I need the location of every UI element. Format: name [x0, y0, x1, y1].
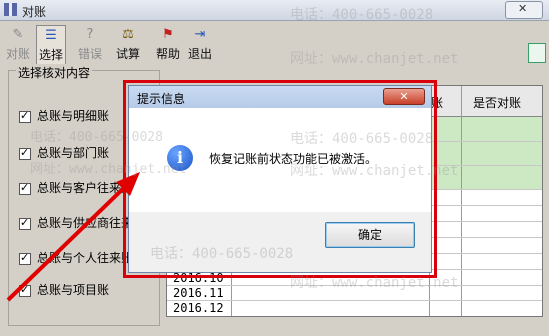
- reconcile-button[interactable]: ✎ 对账: [4, 25, 32, 63]
- checkbox-icon[interactable]: [19, 109, 31, 123]
- window-title: 对账: [22, 5, 47, 19]
- panel-toggle-icon[interactable]: [528, 43, 546, 63]
- period-cell: 2016.12: [173, 301, 224, 315]
- window-close-button[interactable]: ✕: [505, 1, 543, 19]
- close-icon: ✕: [518, 2, 528, 15]
- checkbox-icon[interactable]: [19, 251, 31, 265]
- close-icon: ✕: [399, 90, 409, 103]
- column-header-reconciled: 是否对账: [473, 96, 522, 110]
- error-button[interactable]: ? 错误: [76, 25, 104, 63]
- period-cell: 2016.11: [173, 286, 224, 300]
- selection-group-title: 选择核对内容: [16, 64, 93, 81]
- checkbox-label: 总账与个人往来账: [37, 251, 134, 265]
- window-title-bar: 对账 ✕: [0, 0, 549, 21]
- select-button[interactable]: ☰ 选择: [36, 25, 66, 65]
- dialog-body: i 恢复记账前状态功能已被激活。: [129, 108, 431, 212]
- exit-icon: ⇥: [194, 27, 206, 42]
- reconcile-label: 对账: [5, 47, 30, 61]
- checkbox-label: 总账与项目账: [37, 283, 110, 297]
- dialog-highlight-frame: 提示信息 ✕ i 恢复记账前状态功能已被激活。 确定: [123, 80, 437, 278]
- exit-button[interactable]: ⇥ 退出: [186, 25, 214, 63]
- reconciled-highlight: [429, 117, 542, 189]
- checkbox-ledger-personal[interactable]: 总账与个人往来账: [19, 249, 133, 266]
- checkbox-ledger-detail[interactable]: 总账与明细账: [19, 107, 109, 124]
- checkbox-label: 总账与客户往来账: [37, 181, 134, 195]
- dialog-title: 提示信息: [137, 92, 186, 106]
- checkbox-icon[interactable]: [19, 283, 31, 297]
- trial-balance-button[interactable]: ⚖ 试算: [114, 25, 142, 63]
- toolbar: ✎ 对账 ☰ 选择 ? 错误 ⚖ 试算 ⚑ 帮助 ⇥ 退出: [0, 21, 549, 67]
- trial-balance-label: 试算: [115, 47, 140, 61]
- dialog-title-bar: 提示信息 ✕: [129, 86, 431, 108]
- help-label: 帮助: [155, 47, 180, 61]
- info-dialog: 提示信息 ✕ i 恢复记账前状态功能已被激活。 确定: [128, 85, 432, 273]
- reconcile-icon: ✎: [12, 27, 24, 42]
- dialog-close-button[interactable]: ✕: [383, 88, 425, 105]
- help-button[interactable]: ⚑ 帮助: [154, 25, 182, 63]
- dialog-message: 恢复记账前状态功能已被激活。: [209, 152, 378, 166]
- ok-button[interactable]: 确定: [325, 222, 415, 248]
- checkbox-icon[interactable]: [19, 216, 31, 230]
- exit-label: 退出: [187, 47, 212, 61]
- checkbox-label: 总账与明细账: [37, 109, 110, 123]
- trial-balance-icon: ⚖: [122, 27, 134, 42]
- checkbox-ledger-department[interactable]: 总账与部门账: [19, 144, 109, 161]
- checkbox-icon[interactable]: [19, 181, 31, 195]
- app-icon: [4, 3, 17, 16]
- select-icon: ☰: [45, 28, 57, 43]
- error-icon: ?: [86, 27, 94, 42]
- column-divider: [461, 86, 462, 316]
- checkbox-label: 总账与部门账: [37, 146, 110, 160]
- error-label: 错误: [77, 47, 102, 61]
- checkbox-ledger-project[interactable]: 总账与项目账: [19, 281, 109, 298]
- info-icon: i: [167, 145, 193, 171]
- select-label: 选择: [38, 48, 63, 62]
- checkbox-icon[interactable]: [19, 146, 31, 160]
- checkbox-ledger-customer[interactable]: 总账与客户往来账: [19, 179, 133, 196]
- help-icon: ⚑: [162, 27, 174, 42]
